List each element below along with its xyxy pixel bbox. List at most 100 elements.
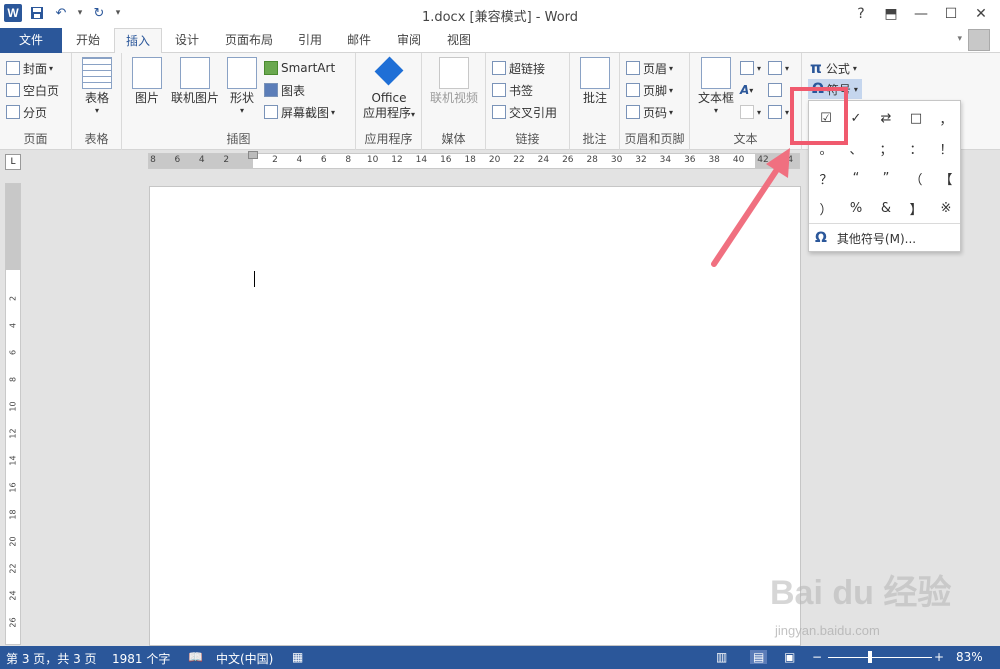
read-mode-icon[interactable]: ▥ bbox=[716, 650, 727, 664]
highlight-annotation bbox=[790, 87, 848, 145]
group-text: 文本框 ▾ ▾ A ▾ ▾ ▾ ▾ 文本 bbox=[690, 53, 802, 150]
ruler-tick-label: 24 bbox=[537, 155, 550, 165]
symbol-cell[interactable]: ） bbox=[811, 193, 841, 223]
vertical-ruler-tick-label: 14 bbox=[8, 455, 18, 466]
symbol-cell[interactable]: ※ bbox=[931, 193, 961, 223]
zoom-level[interactable]: 83% bbox=[956, 650, 983, 664]
web-layout-icon[interactable]: ▣ bbox=[784, 650, 795, 664]
vertical-ruler-tick-label: 8 bbox=[8, 376, 18, 383]
bookmark-label: 书签 bbox=[509, 83, 534, 98]
proofing-icon[interactable]: 📖 bbox=[188, 650, 203, 664]
quick-parts-button[interactable]: ▾ bbox=[740, 57, 761, 79]
office-apps-label-text: 应用程序 bbox=[362, 106, 411, 120]
symbol-cell[interactable]: ？ bbox=[811, 163, 841, 193]
tab-home[interactable]: 开始 bbox=[62, 28, 114, 53]
vertical-ruler-tick-label: 2 bbox=[8, 295, 18, 302]
symbol-cell[interactable]: “ bbox=[841, 163, 871, 193]
zoom-in-icon[interactable]: + bbox=[934, 650, 944, 664]
ribbon-display-options-button[interactable]: ⬒ bbox=[876, 2, 906, 26]
ruler-tick-label: 18 bbox=[464, 155, 476, 165]
cross-reference-button[interactable]: 交叉引用 bbox=[492, 101, 557, 123]
blank-page-button[interactable]: 空白页 bbox=[6, 79, 59, 101]
footer-button[interactable]: 页脚 ▾ bbox=[626, 79, 673, 101]
close-button[interactable]: ✕ bbox=[966, 2, 996, 26]
symbol-cell[interactable]: 】 bbox=[901, 193, 931, 223]
textbox-button[interactable]: 文本框 ▾ bbox=[694, 57, 738, 115]
equation-button[interactable]: π 公式 ▾ bbox=[810, 57, 857, 79]
minimize-button[interactable]: — bbox=[906, 2, 936, 26]
language[interactable]: 中文(中国) bbox=[216, 650, 273, 667]
help-button[interactable]: ? bbox=[846, 2, 876, 26]
screenshot-button[interactable]: 屏幕截图 ▾ bbox=[264, 101, 335, 123]
tab-review[interactable]: 审阅 bbox=[384, 28, 434, 53]
picture-label: 图片 bbox=[134, 91, 159, 105]
symbol-cell[interactable]: 【 bbox=[931, 163, 961, 193]
macro-icon[interactable]: ▦ bbox=[292, 650, 303, 664]
more-symbols-button[interactable]: Ω 其他符号(M)... bbox=[815, 227, 916, 249]
online-picture-button[interactable]: 联机图片 bbox=[168, 57, 222, 106]
symbol-cell[interactable]: ！ bbox=[931, 133, 961, 163]
tab-references[interactable]: 引用 bbox=[286, 28, 334, 53]
maximize-button[interactable]: ☐ bbox=[936, 2, 966, 26]
zoom-slider-thumb[interactable] bbox=[868, 651, 872, 663]
ruler-tick-label: 34 bbox=[659, 155, 672, 165]
comment-icon bbox=[580, 57, 610, 89]
zoom-out-icon[interactable]: − bbox=[812, 650, 822, 664]
object-icon bbox=[768, 105, 782, 119]
tab-view[interactable]: 视图 bbox=[434, 28, 484, 53]
wordart-button[interactable]: A ▾ bbox=[740, 79, 753, 101]
page-number-button[interactable]: 页码 ▾ bbox=[626, 101, 673, 123]
hyperlink-button[interactable]: 超链接 bbox=[492, 57, 545, 79]
ruler-tick-label: 32 bbox=[635, 155, 647, 165]
symbol-cell[interactable]: % bbox=[841, 193, 871, 223]
symbol-cell[interactable]: ： bbox=[901, 133, 931, 163]
symbol-cell[interactable]: & bbox=[871, 193, 901, 223]
online-video-button[interactable]: 联机视频 bbox=[426, 57, 482, 106]
group-media: 联机视频 媒体 bbox=[422, 53, 486, 150]
shapes-button[interactable]: 形状 ▾ bbox=[226, 57, 258, 115]
tab-design[interactable]: 设计 bbox=[162, 28, 212, 53]
tab-file[interactable]: 文件 bbox=[0, 28, 62, 53]
account-dropdown-icon[interactable]: ▾ bbox=[957, 34, 962, 44]
object-button[interactable]: ▾ bbox=[768, 101, 789, 123]
header-button[interactable]: 页眉 ▾ bbox=[626, 57, 673, 79]
ruler-tick-label: 6 bbox=[320, 155, 327, 165]
tab-mailings[interactable]: 邮件 bbox=[334, 28, 384, 53]
ruler-tick-label: 2 bbox=[272, 155, 278, 165]
bookmark-button[interactable]: 书签 bbox=[492, 79, 533, 101]
page-break-button[interactable]: 分页 bbox=[6, 101, 47, 123]
tab-insert[interactable]: 插入 bbox=[114, 28, 162, 54]
symbol-cell[interactable]: ； bbox=[871, 133, 901, 163]
tab-selector[interactable]: L bbox=[5, 154, 21, 170]
chart-button[interactable]: 图表 bbox=[264, 79, 305, 101]
vertical-ruler[interactable]: 2 4 6 8 10 12 14 16 18 20 22 24 26 bbox=[5, 183, 21, 645]
signature-line-button[interactable]: ▾ bbox=[768, 57, 789, 79]
smartart-button[interactable]: SmartArt bbox=[264, 57, 335, 79]
watermark-url: jingyan.baidu.com bbox=[775, 623, 880, 638]
comment-button[interactable]: 批注 bbox=[576, 57, 614, 106]
indent-marker[interactable] bbox=[248, 151, 258, 159]
group-label-pages: 页面 bbox=[23, 132, 48, 146]
drop-cap-button[interactable]: ▾ bbox=[740, 101, 761, 123]
print-layout-icon[interactable]: ▤ bbox=[750, 650, 768, 664]
picture-button[interactable]: 图片 bbox=[130, 57, 164, 106]
tab-layout[interactable]: 页面布局 bbox=[212, 28, 286, 53]
cover-page-button[interactable]: 封面 ▾ bbox=[6, 57, 53, 79]
zoom-slider[interactable] bbox=[828, 657, 932, 658]
page-count[interactable]: 第 3 页，共 3 页 bbox=[6, 650, 97, 667]
symbol-cell[interactable]: （ bbox=[901, 163, 931, 193]
table-button[interactable]: 表格 ▾ bbox=[80, 57, 114, 115]
word-count[interactable]: 1981 个字 bbox=[112, 650, 170, 667]
chart-label: 图表 bbox=[281, 83, 306, 98]
group-illustrations: 图片 联机图片 形状 ▾ SmartArt 图表 屏幕截图 ▾ 插图 bbox=[122, 53, 356, 150]
date-time-button[interactable] bbox=[768, 79, 785, 101]
symbol-cell[interactable]: □ bbox=[901, 103, 931, 133]
hyperlink-icon bbox=[492, 61, 506, 75]
symbol-cell[interactable]: ， bbox=[931, 103, 961, 133]
avatar[interactable] bbox=[968, 29, 990, 51]
header-label: 页眉 bbox=[643, 61, 668, 76]
symbol-cell[interactable]: ” bbox=[871, 163, 901, 193]
office-apps-button[interactable]: Office 应用程序▾ bbox=[360, 56, 418, 122]
symbol-cell[interactable]: ⇄ bbox=[871, 103, 901, 133]
online-video-label: 联机视频 bbox=[429, 91, 478, 105]
